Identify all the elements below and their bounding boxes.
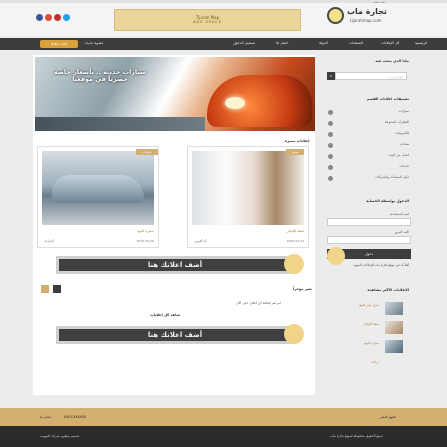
nav-all-ads[interactable]: كل الإعلانات	[381, 41, 399, 45]
login-note: أهلاً بك في موقع تجارة ماب للإعلانات الم…	[353, 263, 409, 267]
list-view-icon[interactable]	[53, 285, 61, 293]
logo-text[interactable]: تجارة ماب	[347, 7, 387, 16]
recent-thumb[interactable]	[385, 340, 403, 353]
add-ad-button[interactable]: أضف اعلانك	[40, 40, 78, 48]
card-car-title[interactable]: سيارة للبيع	[138, 229, 154, 233]
logo-icon[interactable]	[327, 7, 344, 24]
category-item[interactable]: خدمات	[325, 164, 409, 172]
sidebar: ماذا الذي تبحث عنه ابحث عن... ⌕ تصنيفات …	[323, 55, 413, 395]
ad-badge-1	[284, 254, 304, 274]
hero-car-image	[207, 75, 312, 127]
footer-link-contact[interactable]: اتصل بنا	[40, 415, 51, 419]
username-label: اسم المستخدم	[390, 212, 409, 216]
card-apartment-image[interactable]	[192, 151, 304, 225]
nav-pages[interactable]: الصفحات	[349, 41, 363, 45]
recent-item[interactable]: سيارة للبيع	[365, 341, 379, 345]
footer-powered[interactable]: تصميم وتطوير شركة تكنوويب	[40, 434, 79, 438]
card-apartment[interactable]: شقة للإيجار 2020-04-22 أم القيوين	[187, 146, 309, 248]
category-item[interactable]: اعمل من البيت	[325, 153, 409, 161]
recent-item[interactable]: دراجة	[371, 360, 379, 364]
register-link[interactable]: عضوية جديدة	[85, 41, 103, 45]
ad-strip-1[interactable]: أضف اعلانك هنا	[56, 256, 294, 274]
card-car[interactable]: سيارة للبيع 2015-05-06 الشارقة	[37, 146, 159, 248]
password-label: كلمة المرور	[394, 230, 409, 234]
password-input[interactable]	[327, 236, 411, 244]
hero-road	[35, 117, 205, 131]
facebook-icon[interactable]	[36, 14, 43, 21]
card-apartment-date: 2020-04-22	[286, 239, 304, 243]
login-title: الدخول بواسطة الحسابة	[366, 199, 409, 203]
category-item[interactable]: معدات	[325, 142, 409, 150]
view-all-link[interactable]: شاهد كل إعلانات	[150, 313, 180, 317]
card-apartment-location: أم القيوين	[194, 239, 207, 243]
nav-work[interactable]: اعمل لنا	[276, 41, 288, 45]
featured-title: إعلانات مميزة	[285, 139, 310, 143]
hero-car-light	[225, 97, 245, 109]
header-banner-ad[interactable]: Tijarah Map ADS SPACE	[114, 9, 301, 31]
search-input[interactable]: ابحث عن...	[335, 72, 407, 80]
car-shape	[52, 175, 144, 203]
category-item[interactable]: العقارات المتنوعة	[325, 120, 409, 128]
logo-subtext: tijarahmap.com	[350, 18, 382, 23]
recent-item[interactable]: منزل كبير للبيع	[359, 303, 379, 307]
footer-gold: حقوق النشر اتصل بنا 0501-XXXXXX	[0, 408, 447, 426]
category-item[interactable]: إلكترونيات	[325, 131, 409, 139]
category-item[interactable]: سيارات	[325, 109, 409, 117]
recent-title: الإعلانات الأكثر مشاهدة	[367, 288, 409, 292]
search-icon[interactable]: ⌕	[327, 72, 335, 80]
username-input[interactable]	[327, 218, 411, 226]
card-apartment-title[interactable]: شقة للإيجار	[287, 229, 304, 233]
ad-badge-2	[284, 324, 304, 344]
nav-login[interactable]: تسجيل الدخول	[233, 41, 255, 45]
categories-title: تصنيفات اعلانات القسم	[366, 97, 409, 101]
footer-dark: جميع الحقوق محفوظة لموقع تجارة ماب تصميم…	[0, 426, 447, 447]
ad-strip-2[interactable]: أضف اعلانك هنا	[56, 326, 294, 344]
card-car-tag: سيارات	[136, 149, 158, 155]
card-car-location: الشارقة	[44, 239, 54, 243]
banner-line2: ADS SPACE	[192, 20, 223, 24]
nav-country[interactable]: الدولة	[319, 41, 328, 45]
footer-copyright: جميع الحقوق محفوظة لموقع تجارة ماب	[330, 434, 383, 438]
recent-thumb[interactable]	[385, 321, 403, 334]
card-car-date: 2015-05-06	[136, 239, 154, 243]
search-placeholder: ابحث عن...	[388, 75, 403, 79]
nav-home[interactable]: الرئيسية	[415, 41, 427, 45]
recent-item[interactable]: شقة للإيجار	[364, 322, 379, 326]
search-title: ماذا الذي تبحث عنه	[375, 59, 409, 63]
main-navbar: الرئيسية كل الإعلانات الصفحات الدولة اعم…	[0, 38, 447, 50]
youtube-icon[interactable]	[54, 14, 61, 21]
footer-link-rights[interactable]: حقوق النشر	[380, 415, 396, 419]
card-apartment-tag: شقق	[286, 149, 304, 155]
no-ads-text: لم تتم إضافة أي اعلان حتى الآن	[236, 301, 281, 305]
latest-title: نشر مؤخراً	[293, 287, 313, 291]
footer-phone: 0501-XXXXXX	[64, 415, 87, 419]
category-item[interactable]: دليل المنشأت والشركات	[325, 175, 409, 183]
hero-text: سيارات حديثة .. بأسعار خاصة حصرياً في مو…	[53, 68, 147, 83]
recent-thumb[interactable]	[385, 302, 403, 315]
twitter-icon[interactable]	[63, 14, 70, 21]
google-plus-icon[interactable]	[45, 14, 52, 21]
hero-slider[interactable]: سيارات حديثة .. بأسعار خاصة حصرياً في مو…	[35, 57, 315, 131]
grid-view-icon[interactable]	[41, 285, 49, 293]
